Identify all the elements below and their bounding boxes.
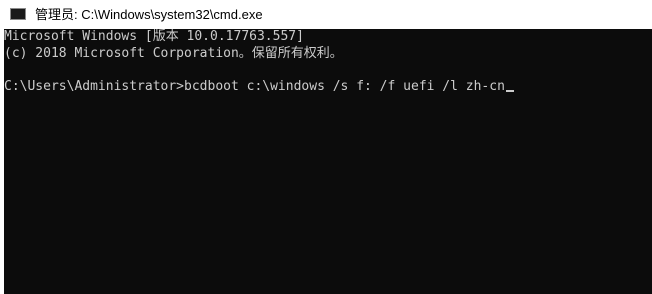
cmd-console-icon[interactable] (10, 8, 26, 20)
window-title: 管理员: C:\Windows\system32\cmd.exe (35, 7, 263, 22)
console-prompt: C:\Users\Administrator> (4, 79, 185, 94)
console-area[interactable]: Microsoft Windows [版本 10.0.17763.557] (c… (4, 29, 652, 294)
text-cursor (505, 90, 514, 92)
title-bar[interactable]: 管理员: C:\Windows\system32\cmd.exe (0, 0, 652, 29)
console-input-line[interactable]: C:\Users\Administrator>bcdboot c:\window… (4, 79, 514, 95)
cmd-window: 管理员: C:\Windows\system32\cmd.exe Microso… (0, 0, 652, 294)
console-command[interactable]: bcdboot c:\windows /s f: /f uefi /l zh-c… (184, 79, 505, 94)
console-copyright-line: (c) 2018 Microsoft Corporation。保留所有权利。 (4, 46, 343, 61)
console-version-line: Microsoft Windows [版本 10.0.17763.557] (4, 29, 304, 44)
